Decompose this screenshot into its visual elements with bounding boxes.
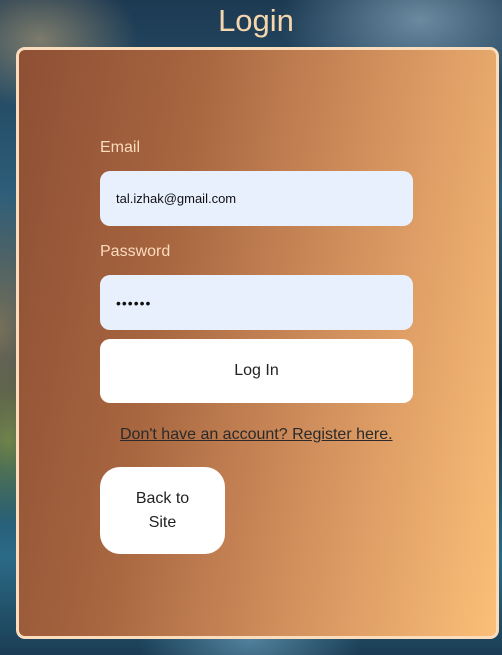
email-label: Email — [100, 139, 141, 156]
login-card: Email tal.izhak@gmail.com Password •••••… — [16, 47, 499, 639]
email-field[interactable]: tal.izhak@gmail.com — [100, 171, 413, 226]
page-title: Login — [218, 3, 294, 38]
back-to-site-button[interactable]: Back to Site — [100, 467, 225, 554]
register-link[interactable]: Don't have an account? Register here. — [120, 426, 393, 444]
password-label: Password — [100, 243, 171, 260]
password-field[interactable]: •••••• — [100, 275, 413, 330]
login-button[interactable]: Log In — [100, 339, 413, 403]
